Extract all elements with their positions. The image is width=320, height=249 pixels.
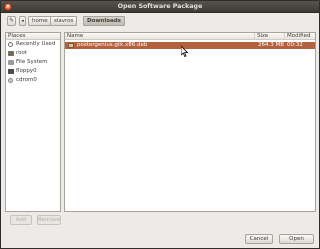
add-bookmark-button[interactable]: Add: [10, 215, 32, 225]
cdrom-icon: [8, 78, 13, 83]
package-icon: [68, 43, 74, 48]
place-file-system[interactable]: File System: [6, 58, 60, 67]
remove-bookmark-button[interactable]: Remove: [37, 215, 61, 225]
file-name: postergenius.gtk.x86.deb: [77, 42, 148, 48]
place-label: cdrom0: [16, 77, 37, 83]
breadcrumb-slavros[interactable]: slavros: [50, 16, 78, 26]
place-label: root: [16, 50, 28, 56]
places-header[interactable]: Places: [6, 33, 60, 40]
place-label: Recently Used: [16, 41, 56, 47]
file-chooser-dialog: × Open Software Package ✎ ◂ home slavros…: [0, 0, 320, 249]
floppy-icon: [8, 69, 14, 74]
file-row-selected[interactable]: postergenius.gtk.x86.deb 264.3 MB 00:32: [65, 42, 315, 49]
cancel-button[interactable]: Cancel: [245, 234, 273, 244]
place-floppy0[interactable]: floppy0: [6, 67, 60, 76]
title-bar[interactable]: × Open Software Package: [1, 1, 319, 13]
breadcrumb-downloads[interactable]: Downloads: [83, 16, 125, 26]
place-recently-used[interactable]: Recently Used: [6, 40, 60, 49]
filesystem-icon: [8, 60, 14, 65]
place-root[interactable]: root: [6, 49, 60, 58]
window-title: Open Software Package: [117, 3, 203, 10]
breadcrumb-home[interactable]: home: [28, 16, 52, 26]
open-button[interactable]: Open: [279, 234, 314, 244]
home-folder-icon: [8, 51, 14, 56]
chevron-left-icon[interactable]: ◂: [19, 16, 26, 26]
recent-icon: [8, 42, 13, 47]
column-name[interactable]: Name: [65, 33, 233, 40]
place-label: File System: [16, 59, 48, 65]
file-list-header: Name Size Modified: [65, 33, 315, 40]
path-bar: ✎ ◂ home slavros Downloads: [5, 16, 305, 27]
file-list: Name Size Modified postergenius.gtk.x86.…: [64, 32, 316, 212]
place-label: floppy0: [16, 68, 37, 74]
place-cdrom0[interactable]: cdrom0: [6, 76, 60, 85]
places-sidebar: Places Recently Used root File System fl…: [5, 32, 61, 212]
pencil-icon[interactable]: ✎: [7, 16, 16, 26]
column-size[interactable]: Size: [254, 33, 284, 40]
file-modified: 00:32: [287, 42, 303, 48]
column-modified[interactable]: Modified: [284, 33, 315, 40]
file-size: 264.3 MB: [258, 42, 285, 48]
